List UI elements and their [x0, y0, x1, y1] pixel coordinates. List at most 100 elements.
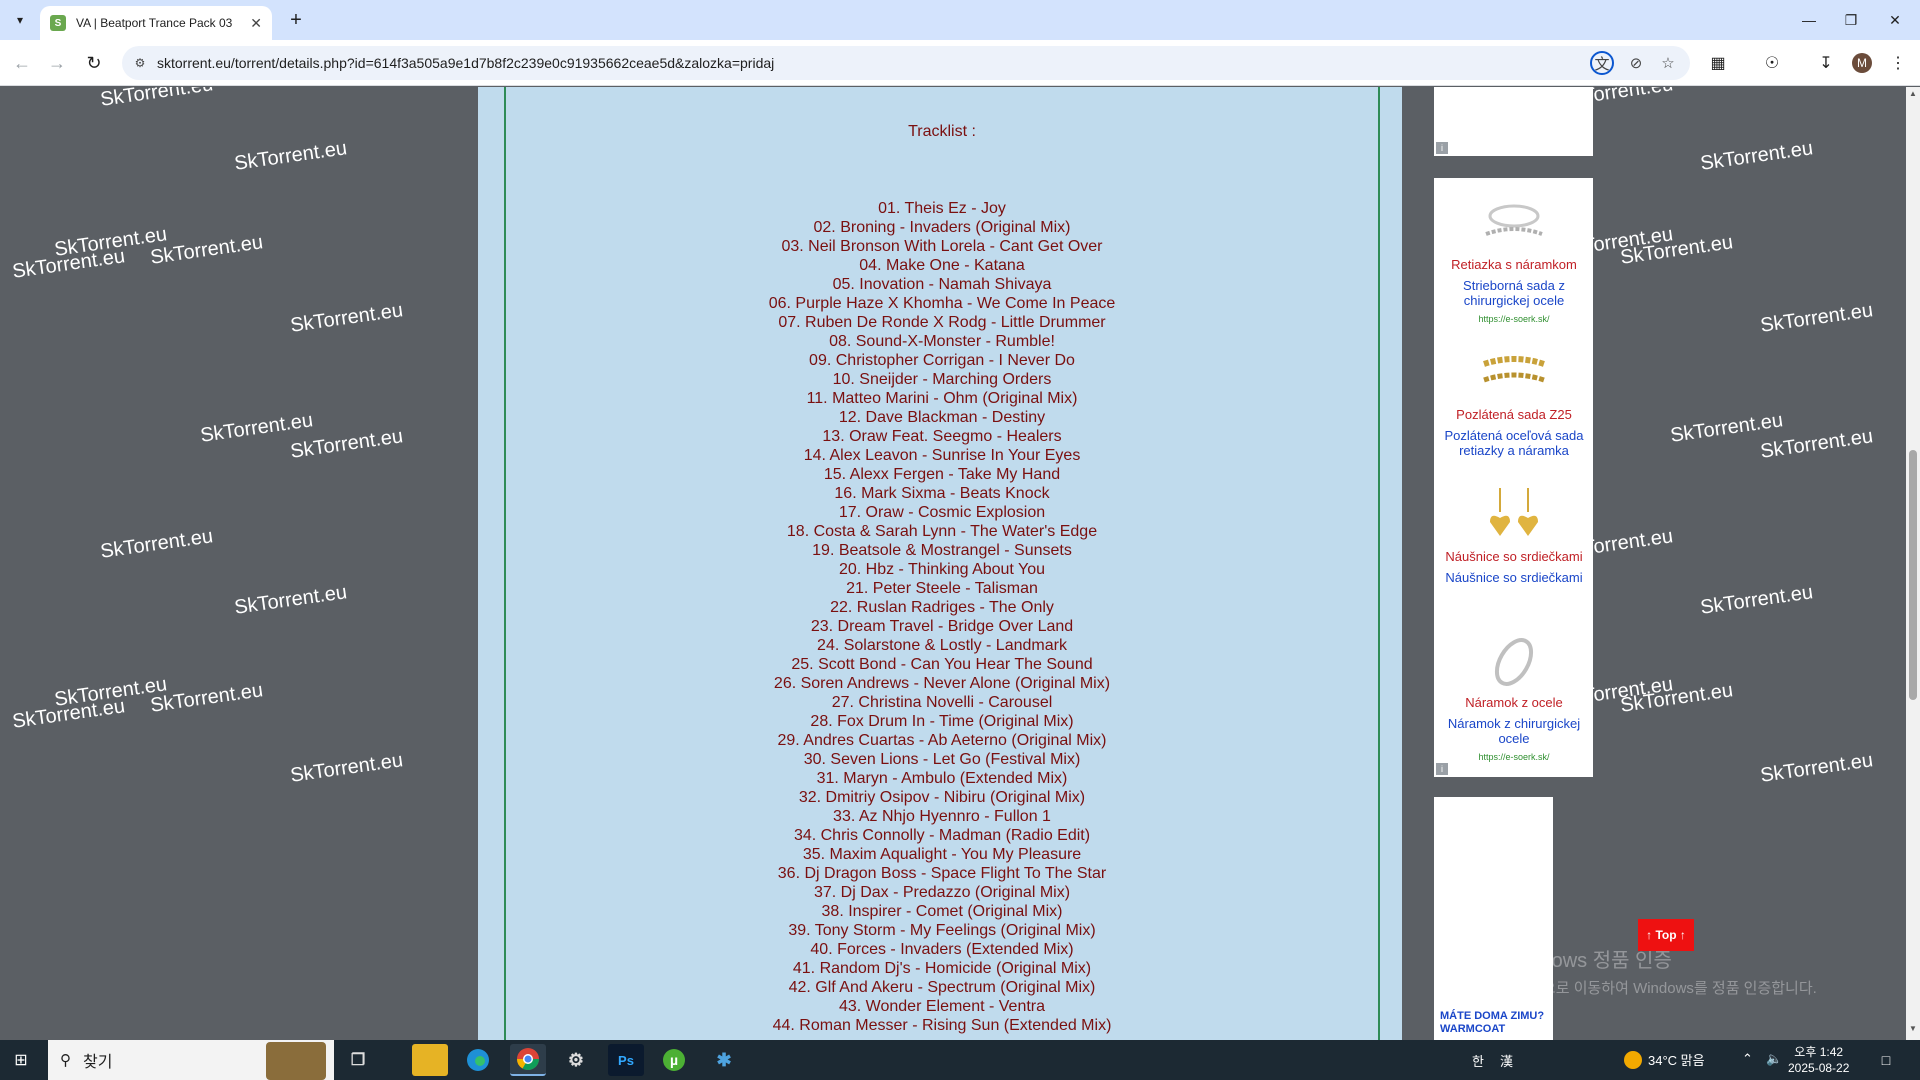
scroll-top-button[interactable]: ↑ Top ↑ — [1638, 919, 1694, 951]
windows-activation-notice: Windows 정품 인증 [설정]으로 이동하여 Windows를 정품 인증… — [1506, 944, 1817, 998]
track-item: 37. Dj Dax - Predazzo (Original Mix) — [813, 884, 1071, 901]
track-item: 34. Chris Connolly - Madman (Radio Edit) — [793, 827, 1091, 844]
track-item: 21. Peter Steele - Talisman — [846, 580, 1038, 597]
ad-product[interactable]: Náramok z ocele Náramok z chirurgickej o… — [1434, 630, 1594, 762]
description-box: Tracklist : 01. Theis Ez - Joy 02. Bronin… — [504, 87, 1380, 1040]
ad-banner-top[interactable]: i — [1434, 87, 1593, 156]
watermark-text: SkTorrent.eu — [232, 581, 349, 619]
ad-url[interactable]: https://e-soerk.sk/ — [1434, 314, 1594, 324]
menu-icon[interactable]: ⋮ — [1886, 51, 1910, 75]
active-tab[interactable]: S VA | Beatport Trance Pack 03 ✕ — [40, 6, 272, 40]
torrent-description-panel: Tracklist : 01. Theis Ez - Joy 02. Bronin… — [478, 87, 1402, 1040]
ad-info-icon[interactable]: i — [1436, 763, 1448, 775]
photoshop-icon[interactable]: Ps — [608, 1044, 644, 1076]
search-highlight-image[interactable] — [266, 1042, 326, 1080]
browser-toolbar: ← → ↻ ⚙ sktorrent.eu/torrent/details.php… — [0, 40, 1920, 86]
track-item: 23. Dream Travel - Bridge Over Land — [810, 618, 1074, 635]
track-item: 08. Sound-X-Monster - Rumble! — [829, 333, 1055, 350]
ad-product[interactable]: Pozlátená sada Z25 Pozlátená oceľová sad… — [1434, 342, 1594, 458]
ad-title[interactable]: Pozlátená sada Z25 — [1434, 407, 1594, 422]
track-item: 38. Inspirer - Comet (Original Mix) — [821, 903, 1063, 920]
track-item: 06. Purple Haze X Khomha - We Come In Pe… — [768, 295, 1116, 312]
track-item: 04. Make One - Katana — [859, 257, 1025, 274]
ad-info-icon[interactable]: i — [1436, 142, 1448, 154]
windows-start-icon[interactable]: ⊞ — [10, 1050, 32, 1070]
scroll-down-icon[interactable]: ▼ — [1908, 1024, 1918, 1038]
avatar[interactable]: M — [1852, 53, 1872, 73]
location-icon[interactable]: ☉ — [1760, 51, 1784, 75]
weather-widget[interactable]: 34°C 맑음 — [1624, 1050, 1705, 1069]
task-view-icon[interactable]: ❐ — [340, 1044, 376, 1076]
tab-strip: ▾ S VA | Beatport Trance Pack 03 ✕ + — ❐… — [0, 0, 1920, 40]
app-7-icon[interactable]: ✱ — [706, 1044, 742, 1076]
star-icon[interactable]: ☆ — [1656, 51, 1680, 75]
ad-title[interactable]: Náušnice so srdiečkami — [1434, 549, 1594, 564]
utorrent-icon[interactable]: µ — [656, 1044, 692, 1076]
url-text[interactable]: sktorrent.eu/torrent/details.php?id=614f… — [157, 55, 774, 71]
tab-search-icon[interactable]: ▾ — [8, 8, 32, 32]
back-icon[interactable]: ← — [10, 51, 34, 75]
track-item: 29. Andres Cuartas - Ab Aeterno (Origina… — [777, 732, 1107, 749]
window-close-icon[interactable]: ✕ — [1880, 8, 1910, 32]
chrome-icon[interactable] — [510, 1044, 546, 1076]
ad-description[interactable]: Strieborná sada z chirurgickej ocele — [1434, 278, 1594, 308]
ad-promo-banner[interactable]: MÁTE DOMA ZIMU? WARMCOAT — [1434, 797, 1553, 1040]
watermark-text: SkTorrent.eu — [288, 749, 405, 787]
taskbar-search[interactable]: ⚲ 찾기 — [48, 1040, 334, 1080]
track-item: 31. Maryn - Ambulo (Extended Mix) — [816, 770, 1068, 787]
notification-icon[interactable]: □ — [1876, 1050, 1896, 1070]
app-4-icon[interactable]: ⚙ — [558, 1044, 594, 1076]
file-explorer-icon[interactable] — [412, 1044, 448, 1076]
forward-icon[interactable]: → — [45, 51, 69, 75]
watermark-text: SkTorrent.eu — [1698, 581, 1815, 619]
clock[interactable]: 오후 1:42 2025-08-22 — [1788, 1044, 1849, 1076]
track-item: 36. Dj Dragon Boss - Space Flight To The… — [777, 865, 1107, 882]
ad-title[interactable]: Retiazka s náramkom — [1434, 257, 1594, 272]
download-icon[interactable]: ↧ — [1814, 51, 1838, 75]
reload-icon[interactable]: ↻ — [82, 51, 106, 75]
track-item: 35. Maxim Aqualight - You My Pleasure — [802, 846, 1082, 863]
address-bar[interactable]: ⚙ sktorrent.eu/torrent/details.php?id=61… — [122, 46, 1690, 80]
scroll-thumb[interactable] — [1909, 450, 1917, 700]
chain-image-icon — [1485, 204, 1543, 236]
watermark-text: SkTorrent.eu — [98, 525, 215, 563]
track-item: 17. Oraw - Cosmic Explosion — [838, 504, 1046, 521]
track-item: 16. Mark Sixma - Beats Knock — [834, 485, 1050, 502]
site-info-icon[interactable]: ⚙ — [132, 55, 148, 71]
track-item: 42. Glf And Akeru - Spectrum (Original M… — [788, 979, 1096, 996]
track-item: 10. Sneijder - Marching Orders — [832, 371, 1052, 388]
ad-title[interactable]: Náramok z ocele — [1434, 695, 1594, 710]
eye-off-icon[interactable]: ⊘ — [1624, 51, 1648, 75]
ad-url[interactable]: https://e-soerk.sk/ — [1434, 752, 1594, 762]
extensions-icon[interactable]: ▦ — [1706, 51, 1730, 75]
track-item: 01. Theis Ez - Joy — [878, 200, 1006, 217]
chevron-up-icon[interactable]: ⌃ — [1742, 1051, 1753, 1067]
minimize-icon[interactable]: — — [1794, 8, 1824, 32]
ad-description[interactable]: Pozlátená oceľová sada retiazky a náramk… — [1434, 428, 1594, 458]
track-item: 43. Wonder Element - Ventra — [838, 998, 1046, 1015]
watermark-text: SkTorrent.eu — [288, 299, 405, 337]
track-item: 33. Az Nhjo Hyennro - Fullon 1 — [833, 808, 1051, 825]
close-icon[interactable]: ✕ — [250, 15, 262, 32]
restore-icon[interactable]: ❐ — [1836, 8, 1866, 32]
ad-product[interactable]: Náušnice so srdiečkami Náušnice so srdie… — [1434, 484, 1594, 585]
ad-description[interactable]: Náušnice so srdiečkami — [1434, 570, 1594, 585]
ime-mode[interactable]: 한 — [1472, 1051, 1484, 1070]
translate-icon[interactable]: 文 — [1590, 51, 1614, 75]
ad-description[interactable]: Náramok z chirurgickej ocele — [1434, 716, 1594, 746]
edge-icon[interactable] — [460, 1044, 496, 1076]
watermark-text: SkTorrent.eu — [1698, 137, 1815, 175]
sun-icon — [1624, 1050, 1642, 1069]
ad-product[interactable]: Retiazka s náramkom Strieborná sada z ch… — [1434, 192, 1594, 324]
tracklist: 01. Theis Ez - Joy 02. Broning - Invaders… — [506, 199, 1378, 1035]
speaker-icon[interactable]: 🔈 — [1766, 1051, 1782, 1067]
page-scrollbar[interactable]: ▲ ▼ — [1906, 87, 1920, 1040]
ad-promo-text[interactable]: MÁTE DOMA ZIMU? WARMCOAT — [1440, 1010, 1553, 1036]
scroll-up-icon[interactable]: ▲ — [1908, 89, 1918, 103]
ime-hanja[interactable]: 漢 — [1500, 1051, 1513, 1070]
plus-icon[interactable]: + — [282, 8, 310, 32]
track-item: 12. Dave Blackman - Destiny — [838, 409, 1046, 426]
search-placeholder[interactable]: 찾기 — [83, 1048, 112, 1072]
ad-product-list[interactable]: Retiazka s náramkom Strieborná sada z ch… — [1434, 178, 1593, 777]
track-item: 26. Soren Andrews - Never Alone (Origina… — [773, 675, 1111, 692]
